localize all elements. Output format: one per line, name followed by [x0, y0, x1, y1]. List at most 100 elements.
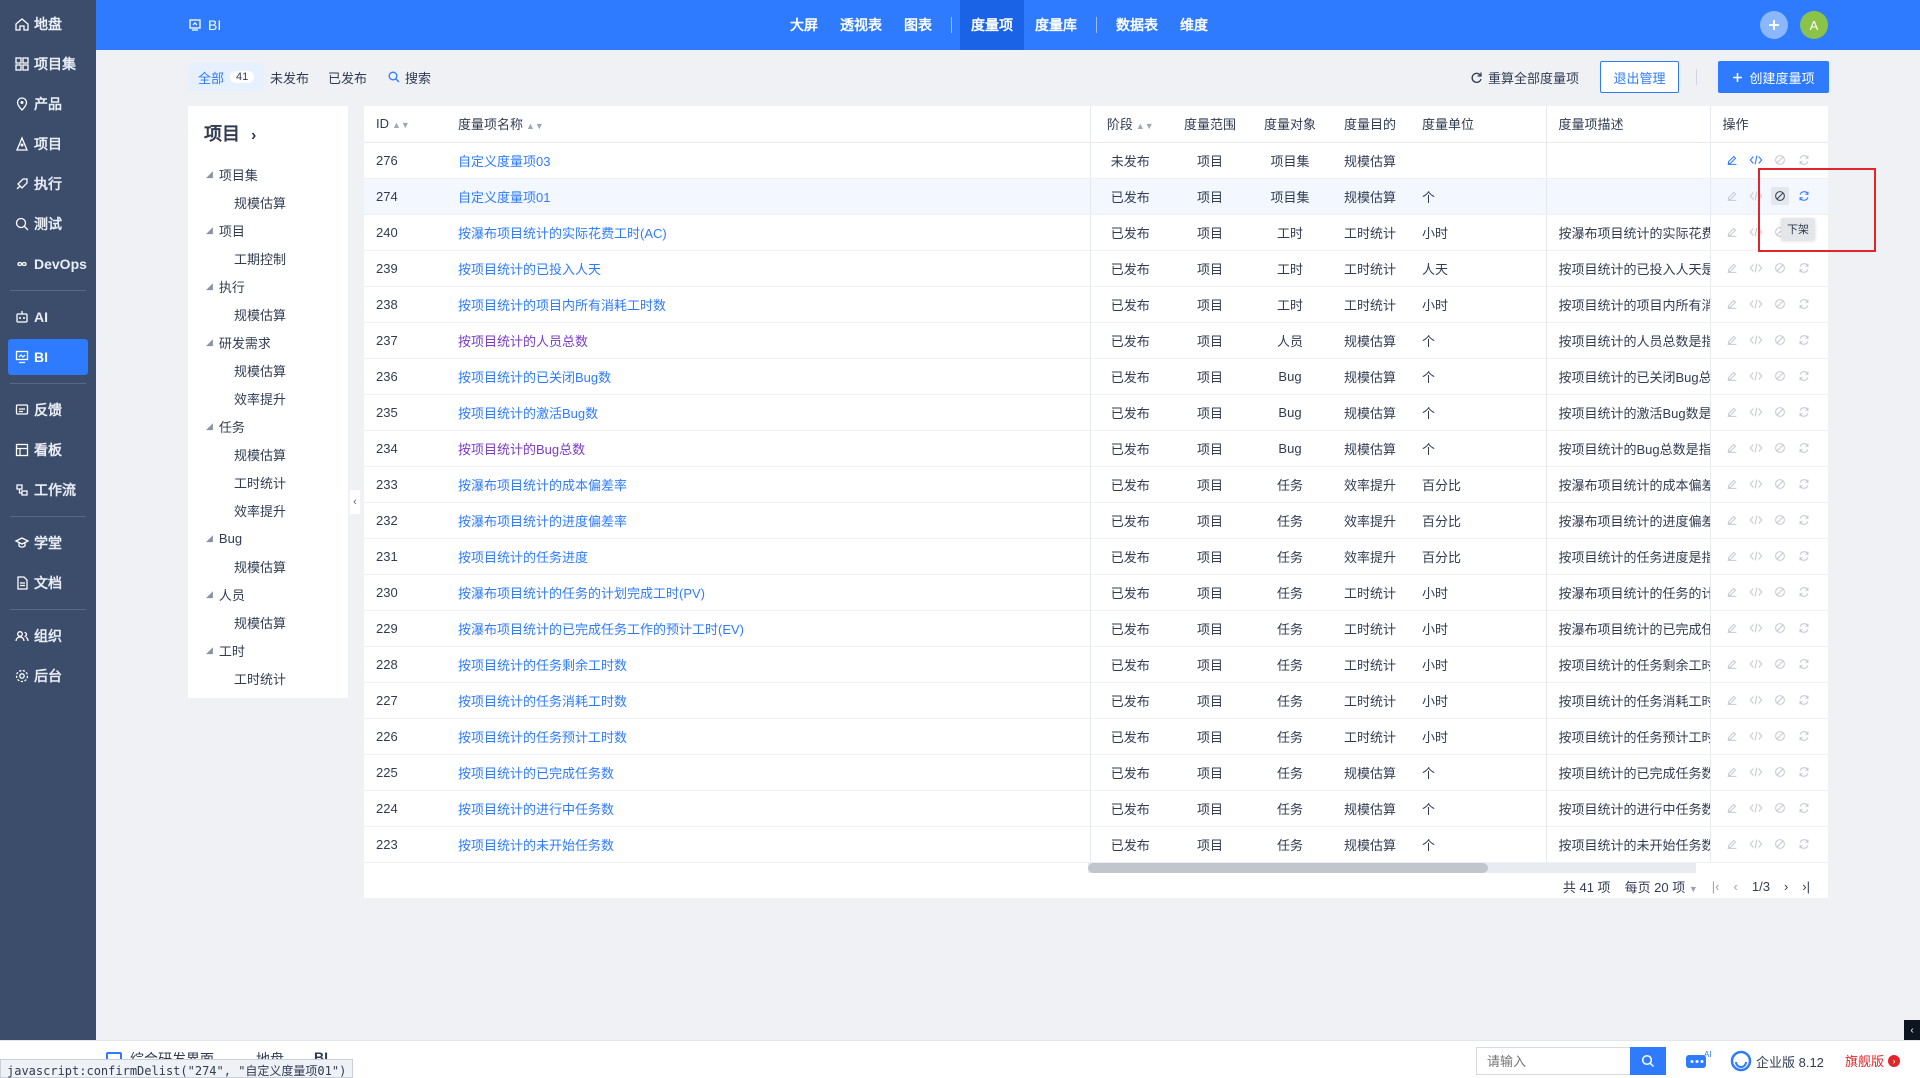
edit-icon[interactable]	[1723, 367, 1741, 385]
recalc-icon[interactable]	[1795, 583, 1813, 601]
nav-item-13[interactable]: 文档	[8, 565, 88, 601]
tab-2[interactable]: 图表	[893, 0, 943, 50]
recalc-icon[interactable]	[1795, 295, 1813, 313]
recalc-all-button[interactable]: 重算全部度量项	[1470, 63, 1579, 91]
code-icon[interactable]	[1747, 403, 1765, 421]
edit-icon[interactable]	[1723, 799, 1741, 817]
tab-5[interactable]: 数据表	[1105, 0, 1169, 50]
edit-icon[interactable]	[1723, 727, 1741, 745]
metric-name-link[interactable]: 按项目统计的已完成任务数	[458, 766, 614, 781]
code-icon[interactable]	[1747, 727, 1765, 745]
tree-item[interactable]: 规模估算	[188, 356, 348, 384]
metric-name-link[interactable]: 按瀑布项目统计的已完成任务工作的预计工时(EV)	[458, 622, 744, 637]
filter-tab-all[interactable]: 全部 41	[188, 63, 265, 91]
code-icon[interactable]	[1747, 763, 1765, 781]
metric-name-link[interactable]: 按项目统计的已关闭Bug数	[458, 370, 611, 385]
metric-name-link[interactable]: 按项目统计的进行中任务数	[458, 802, 614, 817]
delist-icon[interactable]	[1771, 583, 1789, 601]
edit-icon[interactable]	[1723, 835, 1741, 853]
delist-icon[interactable]	[1771, 367, 1789, 385]
metric-name-link[interactable]: 自定义度量项01	[458, 190, 550, 205]
recalc-icon[interactable]	[1795, 439, 1813, 457]
edit-icon[interactable]	[1723, 439, 1741, 457]
delist-icon[interactable]	[1771, 691, 1789, 709]
edit-icon[interactable]	[1723, 295, 1741, 313]
flagship-link[interactable]: 旗舰版 ›	[1845, 1051, 1901, 1070]
code-icon[interactable]	[1747, 295, 1765, 313]
nav-item-12[interactable]: 学堂	[8, 525, 88, 561]
tree-item[interactable]: 规模估算	[188, 300, 348, 328]
tree-group[interactable]: ◢ 工时	[188, 636, 348, 664]
tree-group[interactable]: ◢ 任务	[188, 412, 348, 440]
nav-item-0[interactable]: 地盘	[8, 6, 88, 42]
delist-icon[interactable]	[1771, 439, 1789, 457]
recalc-icon[interactable]	[1795, 727, 1813, 745]
edit-icon[interactable]	[1723, 547, 1741, 565]
recalc-icon[interactable]	[1795, 403, 1813, 421]
code-icon[interactable]	[1747, 835, 1765, 853]
nav-item-10[interactable]: 看板	[8, 432, 88, 468]
collapse-tree-button[interactable]: ‹	[350, 490, 360, 514]
delist-icon[interactable]	[1771, 835, 1789, 853]
global-add-button[interactable]	[1760, 11, 1788, 39]
bottom-search-input[interactable]	[1476, 1047, 1630, 1075]
delist-icon[interactable]	[1771, 727, 1789, 745]
nav-item-9[interactable]: 反馈	[8, 392, 88, 428]
filter-tab-published[interactable]: 已发布	[318, 63, 377, 91]
edit-icon[interactable]	[1723, 331, 1741, 349]
edit-icon[interactable]	[1723, 691, 1741, 709]
metric-name-link[interactable]: 按项目统计的任务预计工时数	[458, 730, 627, 745]
tree-item[interactable]: 效率提升	[188, 384, 348, 412]
tree-group[interactable]: ◢ 执行	[188, 272, 348, 300]
tree-item[interactable]: 效率提升	[188, 496, 348, 524]
tab-4[interactable]: 度量库	[1024, 0, 1088, 50]
recalc-icon[interactable]	[1795, 331, 1813, 349]
nav-item-11[interactable]: 工作流	[8, 472, 88, 508]
code-icon[interactable]	[1747, 511, 1765, 529]
tree-item[interactable]: 工时统计	[188, 468, 348, 496]
metric-name-link[interactable]: 按项目统计的人员总数	[458, 334, 588, 349]
delist-icon[interactable]	[1771, 259, 1789, 277]
code-icon[interactable]	[1747, 259, 1765, 277]
nav-item-3[interactable]: 项目	[8, 126, 88, 162]
pager-per-page[interactable]: 每页 20 项 ▼	[1625, 877, 1698, 896]
recalc-icon[interactable]	[1795, 259, 1813, 277]
filter-search[interactable]: 搜索	[378, 63, 441, 91]
tab-3[interactable]: 度量项	[960, 0, 1024, 50]
delist-icon[interactable]	[1771, 151, 1789, 169]
delist-icon[interactable]	[1771, 403, 1789, 421]
metric-name-link[interactable]: 按瀑布项目统计的实际花费工时(AC)	[458, 226, 667, 241]
metric-name-link[interactable]: 按项目统计的已投入人天	[458, 262, 601, 277]
metric-name-link[interactable]: 按项目统计的未开始任务数	[458, 838, 614, 853]
edit-icon[interactable]	[1723, 403, 1741, 421]
code-icon[interactable]	[1747, 475, 1765, 493]
metric-name-link[interactable]: 按瀑布项目统计的任务的计划完成工时(PV)	[458, 586, 705, 601]
last-page-button[interactable]: ›|	[1802, 879, 1810, 894]
delist-icon[interactable]	[1771, 475, 1789, 493]
edit-icon[interactable]	[1723, 511, 1741, 529]
edit-icon[interactable]	[1723, 619, 1741, 637]
metric-name-link[interactable]: 按瀑布项目统计的成本偏差率	[458, 478, 627, 493]
expand-right-icon[interactable]: ‹	[1904, 1020, 1920, 1040]
delist-icon[interactable]	[1771, 295, 1789, 313]
recalc-icon[interactable]	[1795, 511, 1813, 529]
tree-item[interactable]: 规模估算	[188, 440, 348, 468]
tree-group[interactable]: ◢ 项目集	[188, 160, 348, 188]
nav-item-14[interactable]: 组织	[8, 618, 88, 654]
tree-item[interactable]: 工期控制	[188, 244, 348, 272]
tree-group[interactable]: ◢ Bug	[188, 524, 348, 552]
exit-manage-button[interactable]: 退出管理	[1600, 61, 1679, 93]
metric-name-link[interactable]: 按项目统计的项目内所有消耗工时数	[458, 298, 666, 313]
delist-icon[interactable]	[1771, 511, 1789, 529]
metric-name-link[interactable]: 按项目统计的Bug总数	[458, 442, 585, 457]
tree-group[interactable]: ◢ 项目	[188, 216, 348, 244]
col-name[interactable]: 度量项名称 ▲▼	[444, 106, 1090, 143]
edit-icon[interactable]	[1723, 655, 1741, 673]
delist-icon[interactable]	[1771, 799, 1789, 817]
code-icon[interactable]	[1747, 439, 1765, 457]
code-icon[interactable]	[1747, 655, 1765, 673]
avatar[interactable]: A	[1800, 11, 1828, 39]
next-page-button[interactable]: ›	[1784, 879, 1788, 894]
delist-icon[interactable]	[1771, 547, 1789, 565]
recalc-icon[interactable]	[1795, 655, 1813, 673]
